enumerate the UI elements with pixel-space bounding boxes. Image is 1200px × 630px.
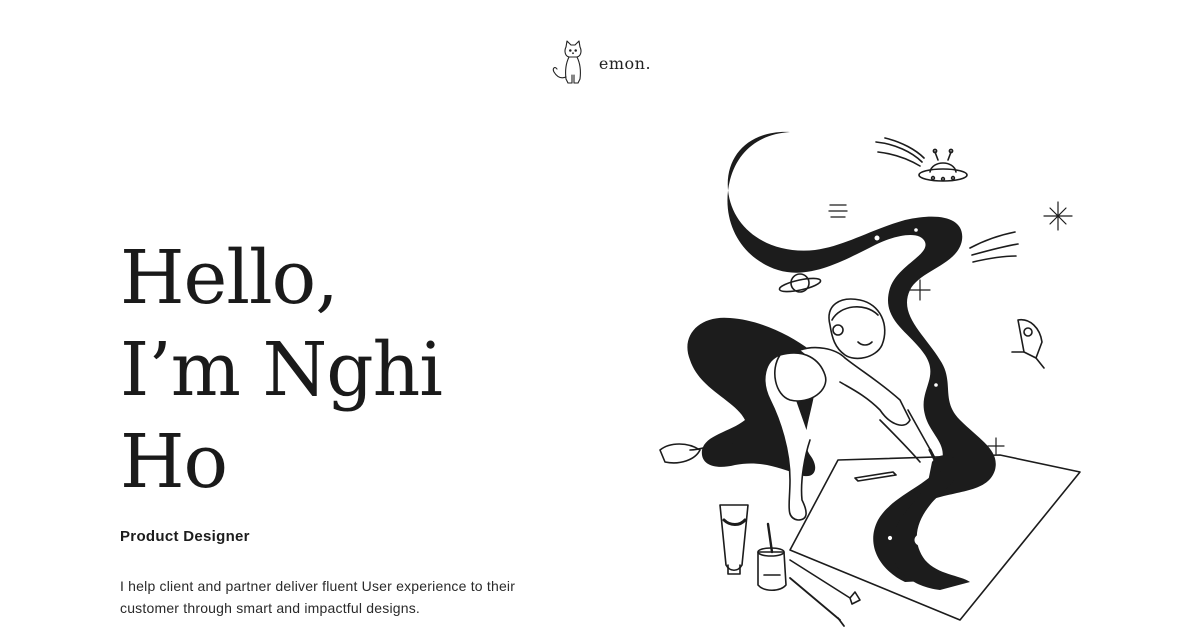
logo-text: emon.	[598, 53, 652, 73]
pencil-drawing	[854, 471, 897, 482]
paint-tube-drawing	[719, 504, 749, 575]
hero-section: Hello, I’m Nghi Ho Product Designer I he…	[120, 232, 560, 619]
role-title: Product Designer	[120, 528, 250, 545]
logo-link[interactable]: emon.	[549, 37, 651, 87]
girl-painting-galaxy-illustration	[659, 131, 1081, 627]
cat-icon	[552, 40, 582, 84]
paintbrush-1	[789, 559, 861, 605]
paintbrush-2	[789, 577, 845, 627]
rocket-drawing	[1011, 318, 1045, 369]
paint-jar-drawing	[757, 522, 787, 592]
hero-description: I help client and partner deliver fluent…	[120, 578, 516, 616]
saturn-drawing	[778, 273, 822, 293]
greeting-line-1: Hello,	[120, 235, 339, 321]
greeting-line-2: I’m Nghi Ho	[120, 327, 443, 505]
ufo-drawing	[875, 137, 968, 182]
site-header: emon.	[0, 36, 1200, 88]
